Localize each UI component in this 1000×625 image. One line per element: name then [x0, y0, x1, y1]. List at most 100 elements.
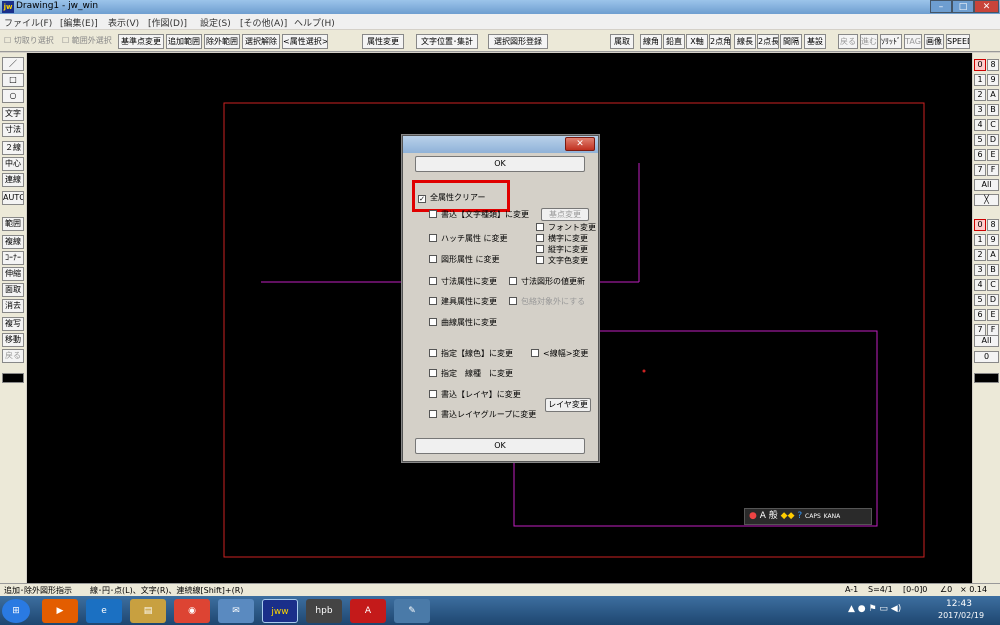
minimize-button[interactable]: – [930, 0, 952, 13]
tool-auto[interactable]: AUTO [2, 191, 24, 205]
layer-d[interactable]: D [987, 294, 999, 306]
tool-line[interactable]: ／ [2, 57, 24, 71]
fitting-attribute-checkbox[interactable]: 建具属性に変更 [429, 297, 497, 307]
dimension-attribute-checkbox[interactable]: 寸法属性に変更 [429, 277, 497, 287]
clock-date[interactable]: 2017/02/19 [938, 611, 984, 620]
layer-group-7[interactable]: 7 [974, 164, 986, 176]
status-paper[interactable]: A-1 [845, 585, 858, 594]
layer-5[interactable]: 5 [974, 294, 986, 306]
status-zoom[interactable]: × 0.14 [960, 585, 987, 594]
tag-button[interactable]: TAG [904, 34, 922, 49]
layer-group-e[interactable]: E [987, 149, 999, 161]
status-layer[interactable]: [0-0]0 [903, 585, 927, 594]
menu-settings[interactable]: 設定(S) [200, 16, 231, 29]
menu-edit[interactable]: [編集(E)] [60, 16, 98, 29]
ok-button-top[interactable]: OK [415, 156, 585, 172]
layer-4[interactable]: 4 [974, 279, 986, 291]
status-scale[interactable]: S=4/1 [868, 585, 893, 594]
hatch-attribute-checkbox[interactable]: ハッチ属性 に変更 [429, 234, 508, 244]
tool-range[interactable]: 範囲 [2, 217, 24, 231]
layer-group-change-checkbox[interactable]: 書込レイヤグループに変更 [429, 410, 536, 420]
line-width-checkbox[interactable]: <線幅>変更 [531, 349, 588, 359]
tool-center-line[interactable]: 中心線 [2, 157, 24, 171]
ime-toolbar[interactable]: ● A 般 ◆◆ ? CAPS KANA [744, 508, 872, 525]
tool-continuous-line[interactable]: 連線 [2, 173, 24, 187]
tool-interval[interactable]: 間隔 [780, 34, 802, 49]
layer-zero[interactable]: 0 [974, 351, 999, 363]
tool-2pt-angle[interactable]: 2点角 [709, 34, 731, 49]
base-point-change-button[interactable]: 基準点変更 [118, 34, 164, 49]
image-button[interactable]: 画像 [924, 34, 944, 49]
taskbar-chrome[interactable]: ◉ [174, 599, 210, 623]
layer-all[interactable]: All [974, 335, 999, 347]
layer-1[interactable]: 1 [974, 234, 986, 246]
tool-x-axis[interactable]: X軸 [686, 34, 708, 49]
add-range-button[interactable]: 追加範囲 [166, 34, 202, 49]
layer-group-cross[interactable]: ╳ [974, 194, 999, 206]
layer-group-6[interactable]: 6 [974, 149, 986, 161]
layer-group-8[interactable]: 8 [987, 59, 999, 71]
taskbar-mail[interactable]: ✉ [218, 599, 254, 623]
layer-group-all[interactable]: All [974, 179, 999, 191]
layer-group-2[interactable]: 2 [974, 89, 986, 101]
cut-select-checkbox[interactable]: ☐ 切取り選択 [4, 35, 54, 46]
tool-undo[interactable]: 戻る [2, 349, 24, 363]
text-color-checkbox[interactable]: 文字色変更 [536, 256, 588, 266]
font-change-checkbox[interactable]: フォント変更 [536, 223, 596, 233]
exclude-range-button[interactable]: 除外範囲 [204, 34, 240, 49]
tool-offset[interactable]: 複線 [2, 235, 24, 249]
layer-a[interactable]: A [987, 249, 999, 261]
envelope-exclude-checkbox[interactable]: 包絡対象外にする [509, 297, 585, 307]
tool-attr-get[interactable]: 属取 [610, 34, 634, 49]
vertical-text-checkbox[interactable]: 縦字に変更 [536, 245, 588, 255]
layer-group-d[interactable]: D [987, 134, 999, 146]
tray-icons[interactable]: ▲ ● ⚑ ▭ ◀) [848, 604, 901, 614]
close-button[interactable]: ✕ [974, 0, 999, 13]
taskbar-paint[interactable]: ✎ [394, 599, 430, 623]
taskbar-media-player[interactable]: ▶ [42, 599, 78, 623]
tool-move[interactable]: 移動 [2, 333, 24, 347]
taskbar-hpb[interactable]: hpb [306, 599, 342, 623]
layer-group-9[interactable]: 9 [987, 74, 999, 86]
text-position-total-button[interactable]: 文字位置･集計 [416, 34, 478, 49]
dialog-close-button[interactable]: ✕ [565, 137, 595, 151]
attribute-change-button[interactable]: 属性変更 [362, 34, 404, 49]
attribute-select-button[interactable]: <属性選択> [282, 34, 328, 49]
undo-button[interactable]: 戻る [838, 34, 858, 49]
maximize-button[interactable]: □ [952, 0, 974, 13]
horizontal-text-checkbox[interactable]: 横字に変更 [536, 234, 588, 244]
menu-draw[interactable]: [作図(D)] [148, 16, 187, 29]
tool-2pt-length[interactable]: 2点長 [757, 34, 779, 49]
layer-9[interactable]: 9 [987, 234, 999, 246]
tool-circle[interactable]: ○ [2, 89, 24, 103]
tool-rectangle[interactable]: □ [2, 73, 24, 87]
tool-text[interactable]: 文字 [2, 107, 24, 121]
taskbar-ie[interactable]: e [86, 599, 122, 623]
layer-group-f[interactable]: F [987, 164, 999, 176]
ok-button-bottom[interactable]: OK [415, 438, 585, 454]
menu-help[interactable]: ヘルプ(H) [294, 16, 335, 29]
layer-group-0[interactable]: 0 [974, 59, 986, 71]
start-button[interactable]: ⊞ [2, 599, 30, 623]
solid-button[interactable]: ｿﾘｯﾄﾞ [880, 34, 902, 49]
taskbar-jww[interactable]: jww [262, 599, 298, 623]
layer-3[interactable]: 3 [974, 264, 986, 276]
tool-base-setting[interactable]: 基設 [804, 34, 826, 49]
layer-6[interactable]: 6 [974, 309, 986, 321]
tool-double-line[interactable]: ２線 [2, 141, 24, 155]
curve-attribute-checkbox[interactable]: 曲線属性に変更 [429, 318, 497, 328]
layer-group-4[interactable]: 4 [974, 119, 986, 131]
text-type-change-checkbox[interactable]: 書込【文字種類】に変更 [429, 210, 529, 220]
layer-b[interactable]: B [987, 264, 999, 276]
layer-2[interactable]: 2 [974, 249, 986, 261]
clock-time[interactable]: 12:43 [946, 599, 972, 609]
menu-file[interactable]: ファイル(F) [4, 16, 52, 29]
tool-erase[interactable]: 消去 [2, 299, 24, 313]
layer-group-c[interactable]: C [987, 119, 999, 131]
layer-e[interactable]: E [987, 309, 999, 321]
tool-vertical[interactable]: 鉛直 [663, 34, 685, 49]
layer-group-b[interactable]: B [987, 104, 999, 116]
tool-line-length[interactable]: 線長 [734, 34, 756, 49]
layer-0[interactable]: 0 [974, 219, 986, 231]
status-angle[interactable]: ∠0 [940, 585, 952, 594]
